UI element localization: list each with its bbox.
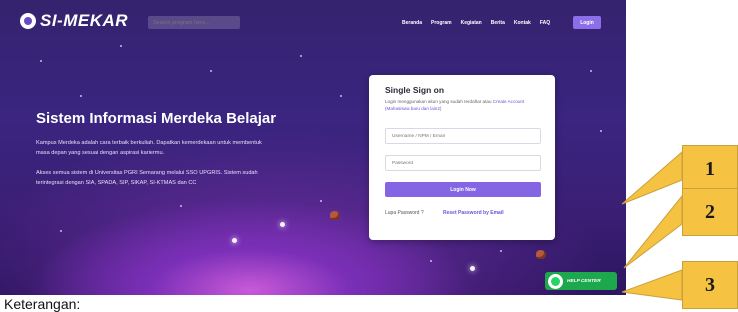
callout-arrows (621, 150, 683, 301)
caption: Keterangan: (4, 296, 81, 312)
callout-arrow-3 (621, 269, 683, 301)
callout-1: 1 (682, 145, 738, 193)
callout-arrow-1 (621, 150, 683, 205)
callout-arrow-2 (623, 194, 683, 269)
callout-3: 3 (682, 261, 738, 309)
callout-2: 2 (682, 188, 738, 236)
